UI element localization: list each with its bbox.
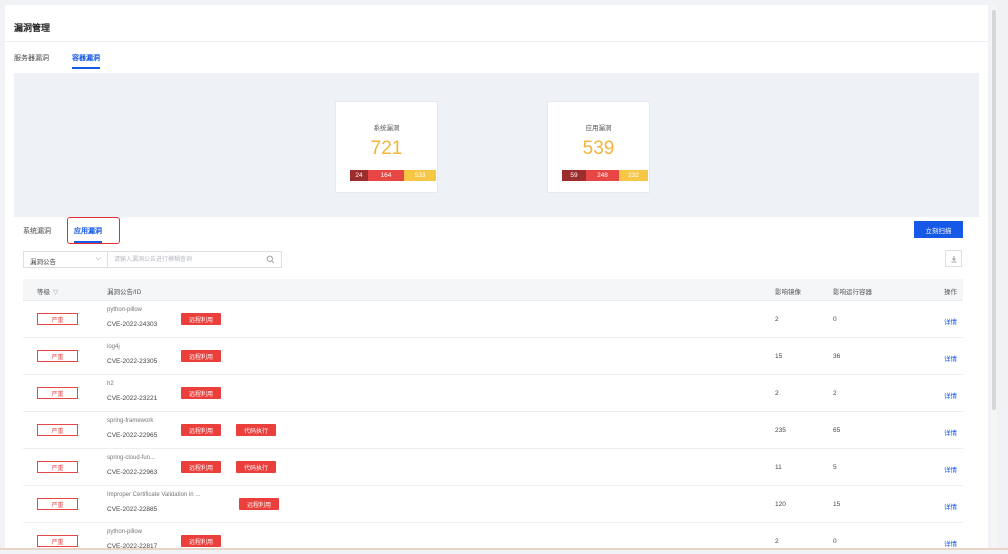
search-icon[interactable] bbox=[266, 255, 275, 264]
tab-server-vulns[interactable]: 服务器漏洞 bbox=[14, 53, 49, 63]
critical-count: 24 bbox=[350, 170, 368, 181]
affected-images: 11 bbox=[775, 464, 782, 471]
tag-remote-exploit: 远程利用 bbox=[181, 461, 222, 473]
table-row: 严重 spring-framework CVE-2022-22965 远程利用 … bbox=[23, 412, 963, 449]
bottom-edge bbox=[0, 548, 1008, 550]
system-vulns-label: 系统漏洞 bbox=[373, 125, 400, 132]
detail-link[interactable]: 详情 bbox=[944, 353, 957, 363]
detail-link[interactable]: 详情 bbox=[944, 427, 957, 437]
download-icon bbox=[951, 256, 957, 263]
vuln-name: python-pillow bbox=[107, 529, 143, 535]
header-level-label: 等级 bbox=[37, 289, 50, 296]
scrollbar-thumb[interactable] bbox=[992, 10, 996, 410]
tab-system-vulns[interactable]: 系统漏洞 bbox=[23, 226, 51, 236]
affected-images: 2 bbox=[775, 390, 779, 397]
detail-link[interactable]: 详情 bbox=[944, 316, 957, 326]
vuln-id: CVE-2022-22965 bbox=[107, 432, 158, 439]
detail-link[interactable]: 详情 bbox=[944, 538, 957, 548]
search-input[interactable] bbox=[114, 252, 259, 267]
level-badge: 严重 bbox=[37, 313, 78, 325]
vuln-name: h2 bbox=[107, 381, 114, 387]
vuln-id: CVE-2022-23221 bbox=[107, 395, 158, 402]
table-row: 严重 log4j CVE-2022-23305 远程利用 15 36 详情 bbox=[23, 338, 963, 375]
level-badge: 严重 bbox=[37, 350, 78, 362]
annotation-highlight-box bbox=[67, 217, 120, 244]
vuln-name: Improper Certificate Validation in ... bbox=[107, 492, 201, 498]
vuln-id: CVE-2022-22885 bbox=[107, 506, 158, 513]
vuln-id: CVE-2022-24303 bbox=[107, 321, 158, 328]
header-level[interactable]: 等级 ▽ bbox=[37, 286, 58, 296]
affected-containers: 36 bbox=[833, 353, 841, 360]
critical-count: 59 bbox=[562, 170, 586, 181]
scan-now-button[interactable]: 立刻扫描 bbox=[914, 221, 963, 238]
vuln-name: spring-framework bbox=[107, 418, 154, 424]
level-badge: 严重 bbox=[37, 535, 78, 547]
filter-type-select[interactable]: 漏洞公告 ⌵ bbox=[23, 251, 107, 268]
app-vulns-label: 应用漏洞 bbox=[585, 125, 612, 132]
level-badge: 严重 bbox=[37, 498, 78, 510]
app-vulns-total: 539 bbox=[582, 138, 615, 159]
tag-remote-exploit: 远程利用 bbox=[181, 350, 222, 362]
system-vulns-total: 721 bbox=[370, 138, 403, 159]
system-vulns-bar: 24 164 533 bbox=[350, 170, 436, 181]
detail-link[interactable]: 详情 bbox=[944, 501, 957, 511]
table-header: 等级 ▽ 漏洞公告/ID 影响镜像 影响运行容器 操作 bbox=[23, 279, 963, 301]
filter-type-value: 漏洞公告 bbox=[30, 259, 56, 266]
high-count: 164 bbox=[368, 170, 404, 181]
affected-images: 235 bbox=[775, 427, 786, 434]
table-row: 严重 python-pillow CVE-2022-24303 远程利用 2 0… bbox=[23, 301, 963, 338]
vuln-name: spring-cloud-fun... bbox=[107, 455, 156, 461]
affected-images: 2 bbox=[775, 316, 779, 323]
table-row: 严重 python-pillow CVE-2022-22817 远程利用 2 0… bbox=[23, 523, 963, 550]
affected-images: 15 bbox=[775, 353, 783, 360]
header-images: 影响镜像 bbox=[775, 289, 801, 296]
affected-containers: 0 bbox=[833, 538, 837, 545]
table-row: 严重 Improper Certificate Validation in ..… bbox=[23, 486, 963, 523]
page-title: 漏洞管理 bbox=[14, 23, 51, 33]
tag-remote-exploit: 远程利用 bbox=[181, 535, 222, 547]
search-box bbox=[107, 251, 282, 268]
medium-count: 232 bbox=[619, 170, 648, 181]
app-vulns-bar: 59 248 232 bbox=[562, 170, 648, 181]
header-name: 漏洞公告/ID bbox=[107, 289, 142, 296]
level-badge: 严重 bbox=[37, 387, 78, 399]
level-badge: 严重 bbox=[37, 424, 78, 436]
vuln-id: CVE-2022-23305 bbox=[107, 358, 158, 365]
divider bbox=[5, 41, 988, 42]
page-container: 漏洞管理 服务器漏洞 容器漏洞 系统漏洞 721 24 164 533 应用漏洞… bbox=[5, 5, 988, 550]
app-vulns-card: 应用漏洞 539 59 248 232 bbox=[547, 101, 650, 193]
medium-count: 533 bbox=[404, 170, 436, 181]
detail-link[interactable]: 详情 bbox=[944, 464, 957, 474]
vuln-name: log4j bbox=[107, 344, 120, 350]
system-vulns-card: 系统漏洞 721 24 164 533 bbox=[335, 101, 438, 193]
affected-containers: 2 bbox=[833, 390, 837, 397]
header-action: 操作 bbox=[944, 289, 957, 296]
table-row: 严重 spring-cloud-fun... CVE-2022-22963 远程… bbox=[23, 449, 963, 486]
tag-remote-exploit: 远程利用 bbox=[239, 498, 280, 510]
tag-remote-exploit: 远程利用 bbox=[181, 424, 222, 436]
stats-panel: 系统漏洞 721 24 164 533 应用漏洞 539 59 248 232 bbox=[14, 73, 979, 217]
high-count: 248 bbox=[586, 170, 619, 181]
affected-images: 2 bbox=[775, 538, 779, 545]
filter-icon[interactable]: ▽ bbox=[53, 289, 58, 296]
affected-containers: 0 bbox=[833, 316, 837, 323]
tag-remote-exploit: 远程利用 bbox=[181, 387, 222, 399]
tab-container-vulns[interactable]: 容器漏洞 bbox=[72, 53, 100, 69]
affected-containers: 5 bbox=[833, 464, 837, 471]
tag-remote-exploit: 远程利用 bbox=[181, 313, 222, 325]
table-row: 严重 h2 CVE-2022-23221 远程利用 2 2 详情 bbox=[23, 375, 963, 412]
header-containers: 影响运行容器 bbox=[833, 289, 872, 296]
affected-images: 120 bbox=[775, 501, 786, 508]
tag-code-execution: 代码执行 bbox=[236, 461, 277, 473]
level-badge: 严重 bbox=[37, 461, 78, 473]
vuln-id: CVE-2022-22963 bbox=[107, 469, 158, 476]
export-button[interactable] bbox=[945, 250, 962, 267]
vuln-name: python-pillow bbox=[107, 307, 143, 313]
detail-link[interactable]: 详情 bbox=[944, 390, 957, 400]
affected-containers: 15 bbox=[833, 501, 841, 508]
chevron-down-icon: ⌵ bbox=[95, 255, 101, 262]
affected-containers: 65 bbox=[833, 427, 841, 434]
tag-code-execution: 代码执行 bbox=[236, 424, 277, 436]
